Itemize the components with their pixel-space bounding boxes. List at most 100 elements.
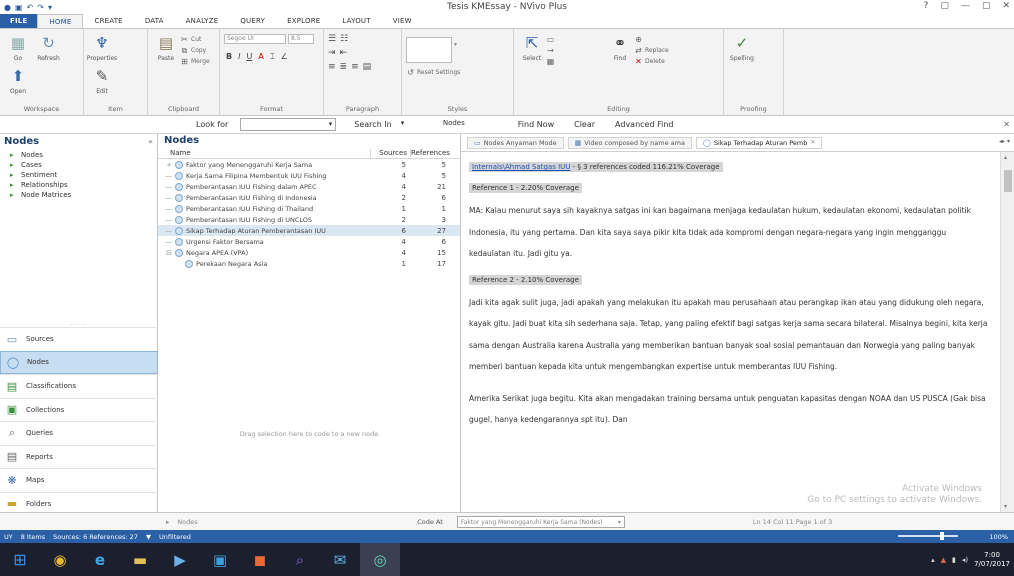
column-name[interactable]: Name	[158, 149, 370, 157]
delete-button[interactable]: ✕ Delete	[634, 56, 669, 67]
zoom-slider-knob[interactable]	[940, 532, 944, 540]
tab-query[interactable]: QUERY	[229, 14, 276, 28]
go-button[interactable]: ▦ Go	[5, 33, 31, 62]
column-sources[interactable]: Sources	[370, 149, 410, 157]
zoom-slider[interactable]	[898, 535, 958, 537]
tree-toggle-icon[interactable]: —	[158, 216, 172, 224]
detail-tab-2[interactable]: ▦ Video composed by name ama	[567, 136, 692, 149]
tray-arrow-icon[interactable]: ▴	[931, 556, 935, 564]
go-to-button[interactable]: →	[546, 45, 606, 56]
paste-button[interactable]: ▤ Paste	[153, 33, 179, 62]
nvivo-icon[interactable]: ⌕	[280, 543, 320, 576]
reset-settings-button[interactable]: ↺ Reset Settings	[406, 67, 509, 78]
find-button[interactable]: ⚭ Find	[607, 33, 633, 62]
chrome-icon[interactable]: ◉	[40, 543, 80, 576]
table-row[interactable]: — Sikap Terhadap Aturan Pemberantasan IUU…	[158, 225, 460, 236]
numbering-icon[interactable]: ☷	[340, 34, 348, 44]
ie-icon[interactable]: e	[80, 543, 120, 576]
nav-button-queries[interactable]: ⌕ Queries	[0, 421, 158, 445]
media-icon[interactable]: ▶	[160, 543, 200, 576]
photo-icon[interactable]: ▣	[200, 543, 240, 576]
mail-icon[interactable]: ✉	[320, 543, 360, 576]
maximize-icon[interactable]: ▢	[982, 1, 991, 11]
clear-format-icon[interactable]: ∠	[281, 52, 288, 62]
advanced-find-button[interactable]: Advanced Find	[615, 120, 673, 129]
network-icon[interactable]: ▲	[941, 556, 946, 564]
tab-create[interactable]: CREATE	[83, 14, 133, 28]
scroll-thumb[interactable]	[1004, 170, 1012, 192]
nav-button-collections[interactable]: ▣ Collections	[0, 397, 158, 422]
justify-icon[interactable]: ▤	[363, 62, 372, 72]
detail-tab-1[interactable]: ▭ Nodes Anyaman Mode	[467, 136, 564, 149]
collapse-pane-icon[interactable]: «	[148, 134, 153, 150]
align-center-icon[interactable]: ≣	[340, 62, 348, 72]
tree-toggle-icon[interactable]: —	[158, 227, 172, 235]
explorer-icon[interactable]: ▬	[120, 543, 160, 576]
select-all-button[interactable]: ▭	[546, 34, 606, 45]
spelling-button[interactable]: ✓ Spelling	[729, 33, 755, 62]
font-color-icon[interactable]: A	[258, 52, 263, 62]
tab-home[interactable]: HOME	[37, 14, 84, 28]
customize-icon[interactable]: ▾	[48, 3, 52, 12]
undo-icon[interactable]: ↶	[27, 3, 34, 12]
windows-start-icon[interactable]: ⊞	[0, 543, 40, 576]
select-button[interactable]: ⇱ Select	[519, 33, 545, 62]
tree-toggle-icon[interactable]: —	[158, 183, 172, 191]
close-tab-icon[interactable]: ✕	[810, 137, 815, 149]
edit-button[interactable]: ✎ Edit	[89, 66, 115, 95]
tab-layout[interactable]: LAYOUT	[331, 14, 381, 28]
restore-ribbon-icon[interactable]: ▢	[940, 1, 949, 11]
align-left-icon[interactable]: ≡	[328, 62, 336, 72]
tree-item-node-matrices[interactable]: ▸ Node Matrices	[0, 190, 157, 200]
volume-icon[interactable]: ◂)	[962, 556, 968, 564]
table-row[interactable]: — Pemberantasan IUU Fishing dalam APEC 4 21	[158, 181, 460, 192]
scroll-up-icon[interactable]: ▴	[1004, 154, 1007, 161]
redo-icon[interactable]: ↷	[37, 3, 44, 12]
tab-view[interactable]: VIEW	[382, 14, 423, 28]
highlight-icon[interactable]: ⌶	[270, 52, 275, 62]
table-row[interactable]: — Pemberantasan IUU Fishing di Thailand 1 1	[158, 203, 460, 214]
indent-icon[interactable]: ⇥	[328, 48, 336, 58]
tab-file[interactable]: FILE	[0, 14, 38, 28]
detail-pane-options[interactable]: ◂▸ ▾	[999, 138, 1010, 145]
scroll-down-icon[interactable]: ▾	[1004, 503, 1007, 510]
tree-item-relationships[interactable]: ▸ Relationships	[0, 180, 157, 190]
column-references[interactable]: References	[410, 149, 450, 157]
bullets-icon[interactable]: ☰	[328, 34, 336, 44]
tree-item-sentiment[interactable]: ▸ Sentiment	[0, 170, 157, 180]
table-row[interactable]: — Urgensi Faktor Bersama 4 6	[158, 236, 460, 247]
search-in-select[interactable]: ▾ Nodes	[397, 118, 468, 131]
insert-button[interactable]: ⊕	[634, 34, 669, 45]
dial-icon[interactable]: ◎	[360, 543, 400, 576]
align-right-icon[interactable]: ≡	[351, 62, 359, 72]
filter-icon[interactable]: ▼	[146, 533, 151, 541]
source-link[interactable]: Internals\Ahmad Satgas IUU	[472, 163, 570, 171]
clear-button[interactable]: Clear	[574, 120, 595, 129]
replace-button[interactable]: ⇄ Replace	[634, 45, 669, 56]
tree-toggle-icon[interactable]: ⊟	[158, 249, 172, 257]
code-at-nodes-box[interactable]: Nodes	[177, 518, 407, 526]
table-row[interactable]: — Kerja Sama Filipina Membentuk IUU Fishi…	[158, 170, 460, 181]
nav-button-reports[interactable]: ▤ Reports	[0, 444, 158, 469]
tree-toggle-icon[interactable]: +	[158, 161, 172, 169]
close-icon[interactable]: ✕	[1002, 1, 1010, 11]
italic-icon[interactable]: I	[238, 52, 240, 62]
table-row[interactable]: — Pemberantasan IUU Fishing di UNCLOS 2 3	[158, 214, 460, 225]
table-row[interactable]: Perekaan Negara Asia 1 17	[158, 258, 460, 269]
table-row[interactable]: + Faktor yang Menenggaruhi Kerja Sama 5 5	[158, 159, 460, 170]
properties-button[interactable]: ♆ Properties	[87, 33, 117, 62]
tab-data[interactable]: DATA	[134, 14, 175, 28]
tree-toggle-icon[interactable]: —	[158, 172, 172, 180]
tree-toggle-icon[interactable]: —	[158, 194, 172, 202]
cut-button[interactable]: ✂ Cut	[180, 34, 210, 45]
look-for-input[interactable]: ▾	[240, 118, 337, 131]
table-row[interactable]: — Pemberantasan IUU Fishing di Indonesia 2…	[158, 192, 460, 203]
tree-item-nodes[interactable]: ▸ Nodes	[0, 150, 157, 160]
refresh-button[interactable]: ↻ Refresh	[36, 33, 62, 62]
copy-button[interactable]: ⧉ Copy	[180, 45, 210, 56]
tree-toggle-icon[interactable]: —	[158, 238, 172, 246]
open-button[interactable]: ⬆ Open	[5, 66, 31, 95]
clock[interactable]: 7:00 7/07/2017	[974, 551, 1010, 569]
bold-icon[interactable]: B	[226, 52, 232, 62]
detail-scrollbar[interactable]: ▴ ▾	[1000, 152, 1014, 512]
